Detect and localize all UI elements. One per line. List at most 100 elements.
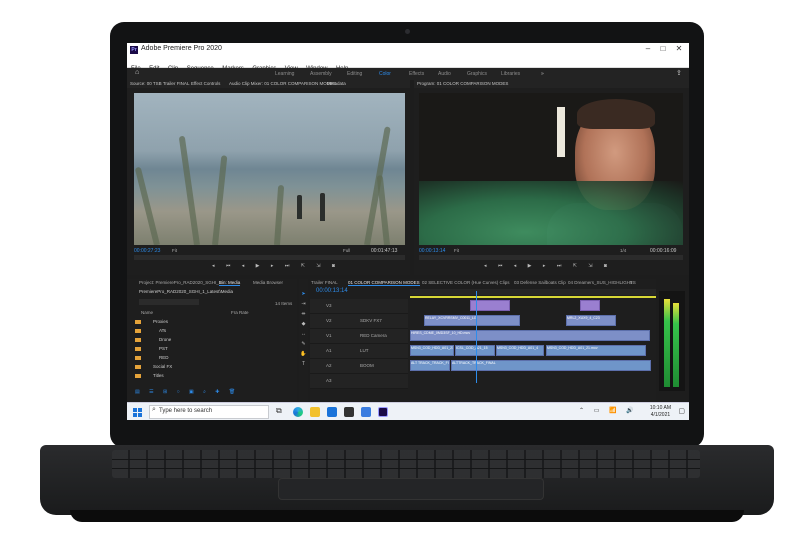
workspaces-more-button[interactable]: » bbox=[541, 71, 544, 77]
program-quality-select[interactable]: 1/4 bbox=[620, 248, 626, 253]
keyboard-row bbox=[112, 468, 700, 469]
column-header-frame-rate[interactable]: Fra Rate bbox=[231, 310, 249, 315]
program-monitor: Program: 01 COLOR COMPARISON MODES 00:00… bbox=[414, 80, 689, 275]
timeline-clip[interactable]: MSN3_COD_HDD_A01_4 bbox=[496, 345, 544, 356]
bin-folder-row[interactable]: Proxies bbox=[127, 317, 297, 326]
tab-program[interactable]: Program: 01 COLOR COMPARISON MODES bbox=[417, 81, 508, 86]
folder-icon bbox=[135, 355, 141, 360]
track-header-a3[interactable]: A3 bbox=[310, 374, 408, 389]
track-header-a2[interactable]: A2 BOOM bbox=[310, 359, 408, 374]
folder-icon bbox=[135, 364, 141, 369]
workspace-editing[interactable]: Editing bbox=[347, 71, 362, 77]
workspace-audio[interactable]: Audio bbox=[438, 71, 451, 77]
column-header-name[interactable]: Name bbox=[141, 310, 153, 315]
track-select-tool-icon[interactable]: ⇥ bbox=[300, 301, 307, 308]
bin-folder-row[interactable]: RED bbox=[127, 353, 297, 362]
edge-browser-icon[interactable] bbox=[293, 407, 303, 417]
program-fit-select[interactable]: Fit bbox=[454, 248, 459, 253]
source-timecode[interactable]: 00:00:27:23 bbox=[134, 248, 160, 254]
hand-tool-icon[interactable]: ✋ bbox=[300, 351, 307, 358]
notifications-icon[interactable]: ▢ bbox=[678, 407, 685, 415]
tab-sequence-color-comparison[interactable]: 01 COLOR COMPARISON MODES bbox=[348, 280, 420, 286]
source-time-ruler[interactable] bbox=[134, 255, 405, 260]
program-video-frame[interactable] bbox=[419, 93, 683, 245]
tab-sequence-5[interactable]: 5 bbox=[630, 280, 633, 285]
timeline-clip[interactable]: ICSL_COD_A21_15 bbox=[455, 345, 495, 356]
source-fit-select[interactable]: Fit bbox=[172, 248, 177, 253]
timeline-playhead[interactable] bbox=[476, 291, 477, 383]
source-transport-controls[interactable]: ◂ ⏮ ◂ ▶ ▸ ⏭ ⇱ ⇲ ◙ bbox=[212, 263, 340, 269]
ripple-edit-tool-icon[interactable]: ⇹ bbox=[300, 311, 307, 318]
timeline-clip[interactable] bbox=[580, 300, 600, 311]
phone-icon[interactable] bbox=[361, 407, 371, 417]
premiere-taskbar-icon[interactable] bbox=[378, 407, 388, 417]
program-timecode[interactable]: 00:00:13:14 bbox=[419, 248, 445, 254]
slip-tool-icon[interactable]: ↔ bbox=[300, 331, 307, 338]
share-icon[interactable]: ⇪ bbox=[676, 69, 682, 77]
tab-media-browser[interactable]: Media Browser bbox=[253, 280, 283, 285]
track-label: V2 bbox=[326, 318, 332, 323]
bin-folder-row[interactable]: Drone bbox=[127, 335, 297, 344]
bin-folder-row[interactable]: Titles bbox=[127, 371, 297, 380]
workspace-learning[interactable]: Learning bbox=[275, 71, 294, 77]
tab-project[interactable]: Project: PremierePro_RAD2020_SGHI_1 bbox=[139, 280, 221, 285]
workspace-effects[interactable]: Effects bbox=[409, 71, 424, 77]
home-icon[interactable]: ⌂ bbox=[135, 69, 139, 76]
timeline-clip[interactable]: HIRES_CDME_0MD3SF_10_HD.mov bbox=[410, 330, 650, 341]
workspace-assembly[interactable]: Assembly bbox=[310, 71, 332, 77]
close-button[interactable]: ✕ bbox=[672, 44, 686, 53]
program-time-ruler[interactable] bbox=[419, 255, 683, 260]
tab-bin-media[interactable]: Bin: Media bbox=[219, 280, 241, 286]
tab-sequence-dreamers[interactable]: 04 Dreamers_SUS_HIGHLIGHTS bbox=[568, 280, 636, 285]
bin-folder-row[interactable]: Social FX bbox=[127, 362, 297, 371]
source-video-frame[interactable] bbox=[134, 93, 405, 245]
tab-effect-controls[interactable]: Effect Controls bbox=[191, 81, 220, 86]
workspace-libraries[interactable]: Libraries bbox=[501, 71, 520, 77]
file-explorer-icon[interactable] bbox=[310, 407, 320, 417]
selection-tool-icon[interactable]: ➤ bbox=[300, 291, 307, 298]
timeline-clip[interactable]: MRL2_XUX9_4_C23 bbox=[566, 315, 616, 326]
laptop-base-edge bbox=[70, 510, 744, 522]
timeline-timecode[interactable]: 00:00:13:14 bbox=[316, 288, 348, 294]
timeline-clip[interactable]: MSN3_COD_HDD_A01_21.ms bbox=[410, 345, 454, 356]
tab-sequence-trailer[interactable]: Trailer FINAL bbox=[311, 280, 338, 285]
mail-icon[interactable] bbox=[327, 407, 337, 417]
premiere-app-icon: Pr bbox=[130, 46, 138, 54]
task-view-icon[interactable]: ⧉ bbox=[276, 406, 282, 416]
tab-source[interactable]: Source: 00 TSB Trailer FINAL bbox=[130, 81, 189, 86]
timeline-clip[interactable]: ALT TRACK_TRACK_FINAL bbox=[410, 360, 450, 371]
razor-tool-icon[interactable]: ◆ bbox=[300, 321, 307, 328]
windows-start-icon[interactable] bbox=[133, 408, 142, 417]
timeline-clip[interactable]: RELAY_XCVRRSMV_C0011_LG bbox=[424, 315, 520, 326]
program-duration: 00:00:16:09 bbox=[650, 248, 677, 254]
work-area-bar[interactable] bbox=[410, 296, 656, 298]
system-tray-icons[interactable]: ⌃ ▭ 📶 🔊 bbox=[579, 407, 638, 414]
track-header-v2[interactable]: V2 SDKV FX7 bbox=[310, 314, 408, 329]
timeline-clip[interactable]: MSN3_COD_HDD_A01_21.mov bbox=[546, 345, 646, 356]
tab-sequence-sailboats[interactable]: 03 Defense Sailboats Clip bbox=[514, 280, 566, 285]
workspace-graphics[interactable]: Graphics bbox=[467, 71, 487, 77]
source-quality-select[interactable]: Full bbox=[343, 248, 350, 253]
maximize-button[interactable]: □ bbox=[656, 44, 670, 53]
bin-footer-tools[interactable]: ▤ ☰ ⊞ ○ ▣ ⌕ ✚ 🗑 bbox=[135, 389, 239, 395]
program-transport-controls[interactable]: ◂ ⏮ ◂ ▶ ▸ ⏭ ⇱ ⇲ ◙ bbox=[484, 263, 612, 269]
timeline-clip[interactable]: ALTTRACK_TRACK_FINAL bbox=[451, 360, 651, 371]
meter-right-channel bbox=[673, 303, 679, 387]
timeline-ruler[interactable] bbox=[410, 289, 656, 295]
screen: Pr Adobe Premiere Pro 2020 – □ ✕ File Ed… bbox=[127, 43, 689, 420]
store-icon[interactable] bbox=[344, 407, 354, 417]
track-header-v1[interactable]: V1 RED Camera bbox=[310, 329, 408, 344]
bin-folder-row[interactable]: ATs bbox=[127, 326, 297, 335]
track-header-v3[interactable]: V3 bbox=[310, 299, 408, 314]
type-tool-icon[interactable]: T bbox=[300, 361, 307, 368]
bin-folder-row[interactable]: PST bbox=[127, 344, 297, 353]
tab-audio-clip-mixer[interactable]: Audio Clip Mixer: 01 COLOR COMPARISON MO… bbox=[229, 81, 336, 86]
track-header-a1[interactable]: A1 LUT bbox=[310, 344, 408, 359]
bin-search-input[interactable] bbox=[139, 299, 199, 305]
taskbar-clock[interactable]: 10:10 AM 4/1/2021 bbox=[650, 405, 671, 419]
tab-metadata[interactable]: Metadata bbox=[327, 81, 346, 86]
tab-sequence-selective-color[interactable]: 02 SELECTIVE COLOR (Hue Curves) Clips bbox=[422, 280, 510, 285]
minimize-button[interactable]: – bbox=[641, 44, 655, 53]
workspace-color[interactable]: Color bbox=[379, 71, 391, 77]
pen-tool-icon[interactable]: ✎ bbox=[300, 341, 307, 348]
